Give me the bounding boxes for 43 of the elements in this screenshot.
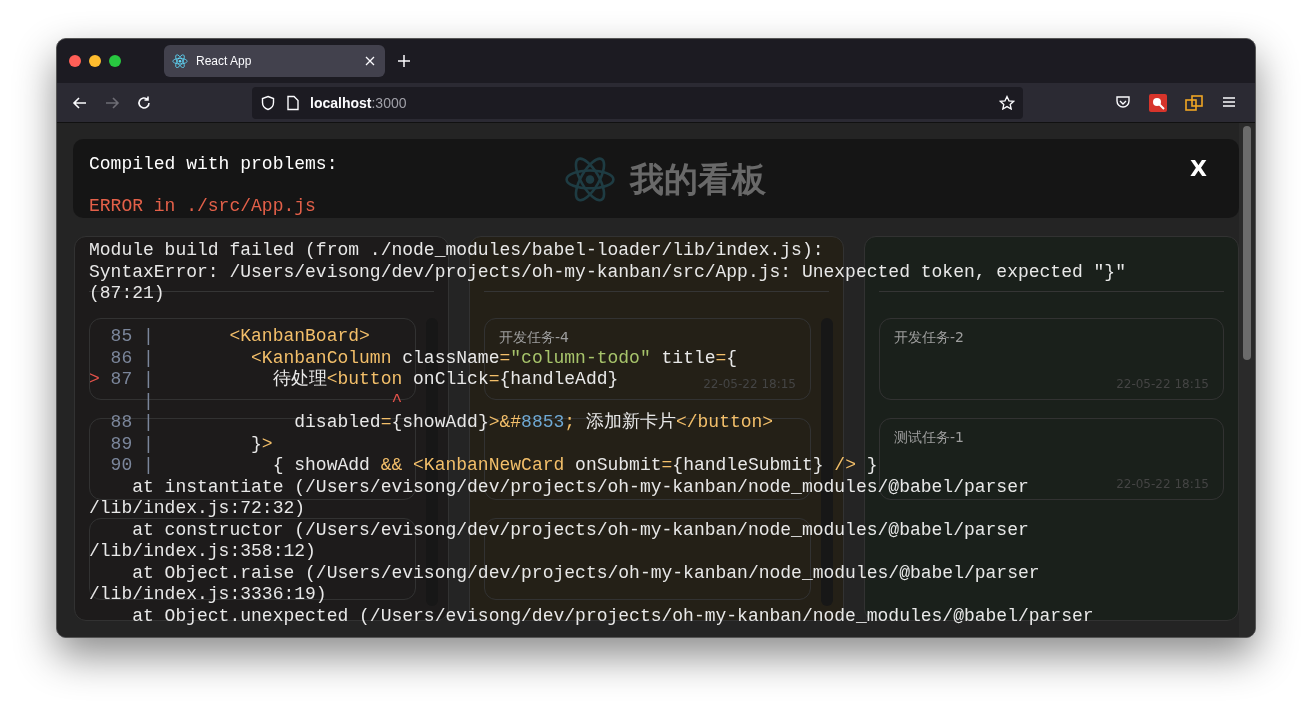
back-icon[interactable] — [72, 94, 88, 111]
star-icon[interactable] — [999, 94, 1015, 111]
stack-frame: /lib/index.js:72:32) — [89, 498, 306, 520]
code-line: 86 | <KanbanColumn className="column-todo" title={ — [109, 347, 738, 369]
error-message: SyntaxError: /Users/evisong/dev/projects/oh-my-kanban/src/App.js: Unexpected token, expected "}" — [89, 261, 1126, 283]
close-button[interactable]: X — [1190, 157, 1207, 181]
stack-frame: at Object.raise (/Users/evisong/dev/projects/oh-my-kanban/node_modules/@babel/parser — [89, 562, 1040, 584]
code-line: 85 | <KanbanBoard> — [109, 326, 370, 348]
tab-title: React App — [196, 54, 253, 68]
close-icon[interactable] — [365, 56, 375, 66]
zoom-window-button[interactable] — [109, 55, 121, 67]
page-icon — [286, 94, 300, 111]
address-bar[interactable]: localhost:3000 — [252, 86, 1023, 119]
stack-frame: /lib/index.js:358:12) — [89, 541, 316, 563]
code-line: 90 | { showAdd && <KanbanNewCard onSubmit={handleSubmit} /> } — [109, 455, 878, 477]
react-logo-icon — [172, 53, 188, 69]
minimize-window-button[interactable] — [89, 55, 101, 67]
card-title: 测试任务-1 — [894, 429, 964, 447]
code-line: > 87 | 待处理<button onClick={handleAdd} — [89, 369, 619, 391]
error-heading: Compiled with problems: — [89, 154, 338, 175]
react-logo-icon — [564, 156, 616, 203]
stack-frame: at constructor (/Users/evisong/dev/projects/oh-my-kanban/node_modules/@babel/parser — [89, 519, 1029, 541]
code-line: | ^ — [142, 390, 403, 412]
shield-icon[interactable] — [260, 94, 276, 111]
plus-icon[interactable] — [397, 54, 411, 68]
extension-icon[interactable] — [1149, 93, 1167, 112]
code-line: 88 | disabled={showAdd}>&#8853; 添加新卡片</button> — [109, 412, 774, 434]
url-text: localhost:3000 — [310, 94, 407, 111]
pocket-icon[interactable] — [1115, 93, 1131, 110]
card-title: 开发任务-4 — [499, 329, 569, 347]
board-title: 我的看板 — [630, 157, 766, 201]
stack-frame: at instantiate (/Users/evisong/dev/projects/oh-my-kanban/node_modules/@babel/parser — [89, 476, 1029, 498]
stack-frame: at Object.unexpected (/Users/evisong/dev/projects/oh-my-kanban/node_modules/@babel/parser — [89, 605, 1094, 627]
browser-tab[interactable]: React App — [164, 45, 385, 77]
error-message: (87:21) — [89, 283, 165, 305]
error-message: Module build failed (from ./node_modules/babel-loader/lib/index.js): — [89, 240, 824, 262]
close-window-button[interactable] — [69, 55, 81, 67]
reload-icon[interactable] — [136, 94, 152, 111]
error-location: ERROR in ./src/App.js — [89, 196, 316, 217]
extension-icon[interactable] — [1185, 93, 1203, 112]
card-title: 开发任务-2 — [894, 329, 964, 347]
stack-frame: /lib/index.js:3336:19) — [89, 584, 327, 606]
code-line: 89 | }> — [109, 433, 273, 455]
